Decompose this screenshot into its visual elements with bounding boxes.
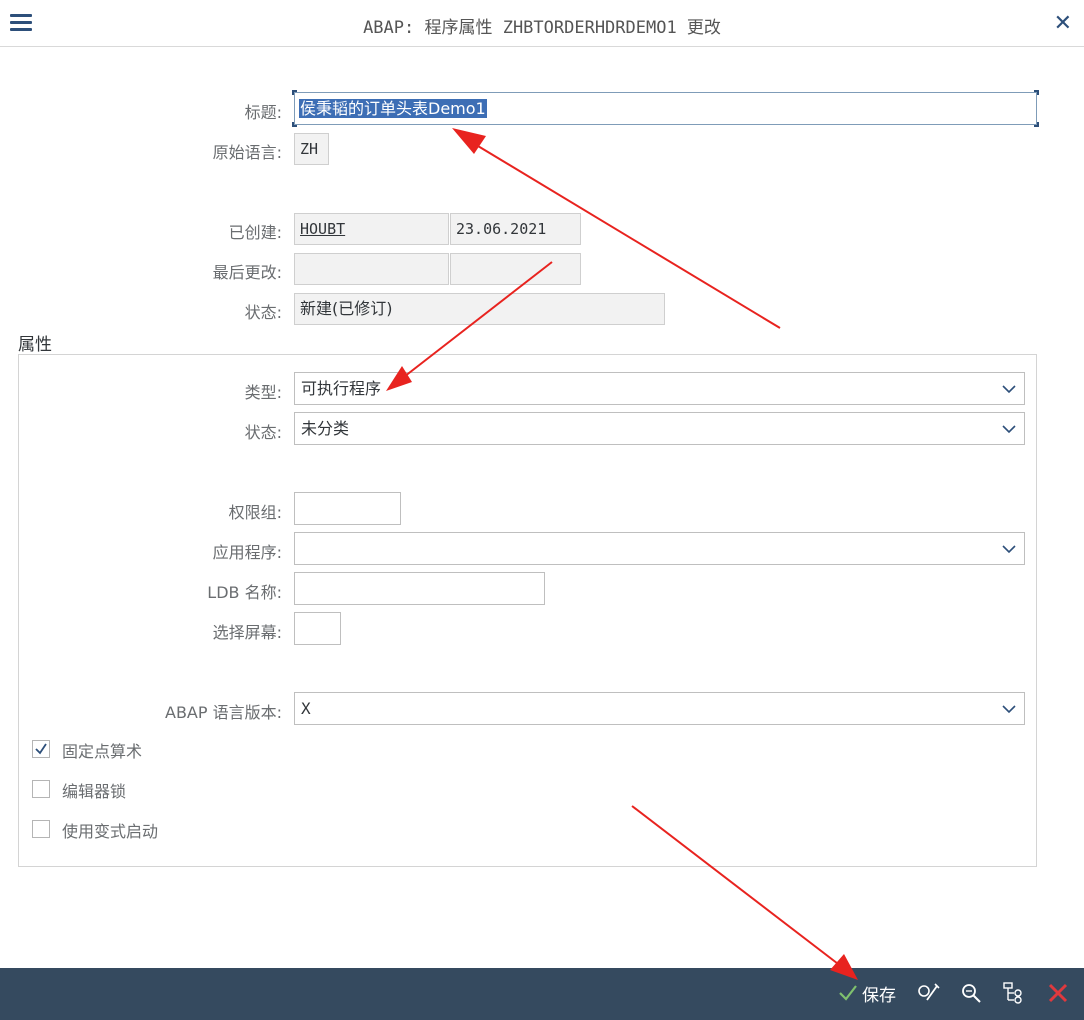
orig-lang-field: ZH <box>294 133 329 165</box>
last-changed-label: 最后更改: <box>212 263 282 282</box>
focus-corner <box>1034 90 1039 95</box>
ldb-input[interactable] <box>294 572 545 605</box>
created-date-field: 23.06.2021 <box>450 213 581 245</box>
title-input-value: 侯秉韬的订单头表Demo1 <box>299 99 487 118</box>
close-icon[interactable]: ✕ <box>1054 11 1072 36</box>
status-field: 新建(已修订) <box>294 293 665 325</box>
check-icon <box>839 985 857 1001</box>
cancel-icon[interactable] <box>1045 980 1071 1006</box>
variant-start-label: 使用变式启动 <box>62 822 159 841</box>
save-button-label: 保存 <box>862 985 896 1006</box>
focus-corner <box>1034 122 1039 127</box>
editor-lock-label: 编辑器锁 <box>62 782 127 801</box>
title-bar: ABAP: 程序属性 ZHBTORDERHDRDEMO1 更改 ✕ <box>0 0 1084 47</box>
fixed-point-checkbox[interactable] <box>32 740 50 758</box>
abap-version-label: ABAP 语言版本: <box>165 703 282 722</box>
created-label: 已创建: <box>228 223 282 242</box>
application-dropdown[interactable] <box>294 532 1025 565</box>
selection-screen-input[interactable] <box>294 612 341 645</box>
attr-status-label: 状态: <box>244 423 282 442</box>
status-dropdown-value: 未分类 <box>301 419 350 438</box>
application-label: 应用程序: <box>212 543 282 562</box>
chevron-down-icon <box>1002 705 1016 714</box>
selection-screen-label: 选择屏幕: <box>212 623 282 642</box>
status-dropdown[interactable]: 未分类 <box>294 412 1025 445</box>
focus-corner <box>292 122 297 127</box>
type-label: 类型: <box>244 383 282 402</box>
focus-corner <box>292 90 297 95</box>
annotation-arrowhead <box>452 128 486 154</box>
window-title: ABAP: 程序属性 ZHBTORDERHDRDEMO1 更改 <box>363 18 721 38</box>
title-input[interactable]: 侯秉韬的订单头表Demo1 <box>294 92 1037 125</box>
auth-group-label: 权限组: <box>228 503 282 522</box>
last-changed-user-field <box>294 253 449 285</box>
variant-start-checkbox[interactable] <box>32 820 50 838</box>
chevron-down-icon <box>1002 545 1016 554</box>
hierarchy-icon[interactable] <box>1001 980 1027 1006</box>
orig-lang-label: 原始语言: <box>212 143 282 162</box>
footer-toolbar: 保存 <box>0 968 1084 1020</box>
chevron-down-icon <box>1002 385 1016 394</box>
zoom-icon[interactable] <box>958 980 984 1006</box>
save-button[interactable]: 保存 <box>838 979 896 1007</box>
checkmark-icon <box>35 743 47 755</box>
last-changed-date-field <box>450 253 581 285</box>
title-label: 标题: <box>244 103 282 122</box>
edit-icon[interactable] <box>915 980 941 1006</box>
abap-version-dropdown-value: X <box>301 699 311 718</box>
type-dropdown-value: 可执行程序 <box>301 379 382 398</box>
status-label: 状态: <box>244 303 282 322</box>
auth-group-input[interactable] <box>294 492 401 525</box>
ldb-label: LDB 名称: <box>207 583 282 602</box>
abap-version-dropdown[interactable]: X <box>294 692 1025 725</box>
editor-lock-checkbox[interactable] <box>32 780 50 798</box>
chevron-down-icon <box>1002 425 1016 434</box>
type-dropdown[interactable]: 可执行程序 <box>294 372 1025 405</box>
fixed-point-label: 固定点算术 <box>62 742 143 761</box>
attributes-group-title: 属性 <box>18 335 52 355</box>
created-user-field[interactable]: HOUBT <box>294 213 449 245</box>
